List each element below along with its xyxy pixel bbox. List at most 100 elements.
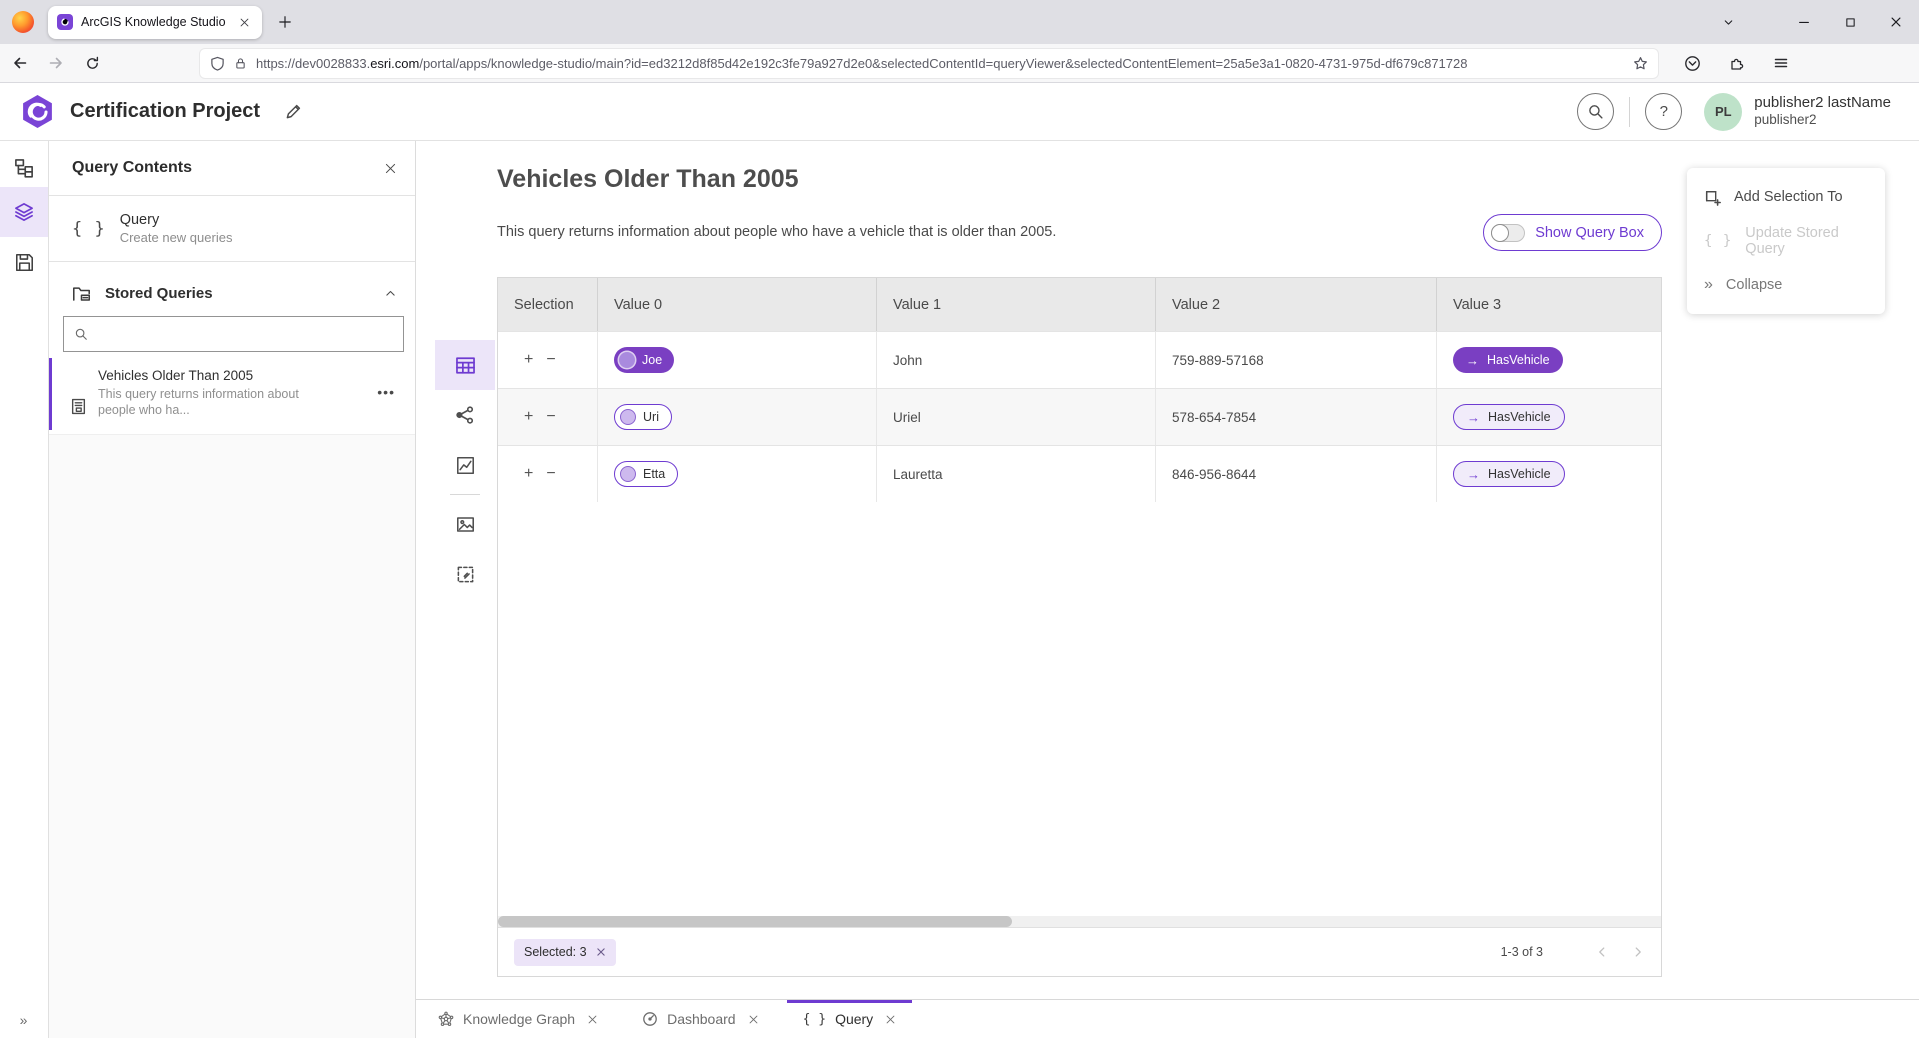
- tab-close-icon[interactable]: [748, 1014, 759, 1025]
- query-doc-icon: [70, 382, 87, 430]
- tab-dashboard[interactable]: Dashboard: [626, 1000, 775, 1038]
- pocket-icon[interactable]: [1684, 55, 1701, 72]
- horizontal-scrollbar[interactable]: [498, 916, 1661, 927]
- entity-dot-icon: [620, 409, 636, 425]
- scrollbar-thumb[interactable]: [498, 916, 1012, 927]
- maximize-button[interactable]: [1827, 0, 1873, 44]
- reload-icon[interactable]: [76, 48, 108, 78]
- query-item[interactable]: { } Query Create new queries: [49, 196, 415, 262]
- show-query-box-toggle[interactable]: Show Query Box: [1483, 214, 1662, 251]
- browser-tab[interactable]: ArcGIS Knowledge Studio: [48, 6, 262, 39]
- stored-query-item[interactable]: Vehicles Older Than 2005 This query retu…: [49, 358, 415, 430]
- minus-icon[interactable]: −: [546, 352, 555, 368]
- stored-queries-search-input[interactable]: [96, 327, 393, 342]
- stored-queries-header[interactable]: Stored Queries: [49, 274, 415, 312]
- entity-dot-icon: [620, 466, 636, 482]
- relationship-pill[interactable]: →HasVehicle: [1453, 404, 1565, 430]
- tab-list-chevron-icon[interactable]: [1722, 16, 1735, 29]
- menu-item-label: Update Stored Query: [1745, 225, 1868, 257]
- layers-icon[interactable]: [0, 187, 48, 237]
- minimize-button[interactable]: [1781, 0, 1827, 44]
- extensions-icon[interactable]: [1729, 55, 1745, 71]
- menu-item-collapse[interactable]: » Collapse: [1687, 263, 1885, 307]
- column-header[interactable]: Value 2: [1156, 278, 1437, 331]
- tracking-shield-icon[interactable]: [210, 56, 225, 71]
- user-login: publisher2: [1754, 112, 1891, 129]
- tab-close-icon[interactable]: [587, 1014, 598, 1025]
- browser-tab-bar: ArcGIS Knowledge Studio: [0, 0, 1919, 44]
- page-title: Vehicles Older Than 2005: [497, 165, 799, 194]
- plus-icon[interactable]: +: [524, 466, 533, 482]
- column-header[interactable]: Value 1: [877, 278, 1156, 331]
- search-icon: [74, 327, 88, 341]
- browser-menu-icon[interactable]: [1773, 55, 1789, 71]
- chevron-right-icon[interactable]: [1631, 945, 1645, 959]
- cell-value: Lauretta: [893, 467, 943, 482]
- entity-pill[interactable]: Uri: [614, 404, 672, 430]
- plus-icon[interactable]: +: [524, 409, 533, 425]
- lock-icon[interactable]: [234, 57, 247, 70]
- avatar[interactable]: PL: [1704, 93, 1742, 131]
- collapse-section-icon[interactable]: [384, 287, 397, 300]
- menu-item-label: Add Selection To: [1734, 189, 1843, 205]
- table-row[interactable]: + − Uri Uriel 578-654-7854 →HasVehicle: [498, 388, 1661, 445]
- select-icon[interactable]: [435, 549, 495, 599]
- chart-icon[interactable]: [435, 440, 495, 490]
- data-model-icon[interactable]: [0, 147, 48, 189]
- relationship-arrow-icon: →: [1467, 467, 1480, 482]
- cell-value: John: [893, 353, 922, 368]
- menu-item-update-stored-query[interactable]: { } Update Stored Query: [1687, 219, 1885, 263]
- edit-icon[interactable]: [284, 103, 302, 121]
- toggle-switch[interactable]: [1491, 224, 1525, 242]
- entity-pill[interactable]: Etta: [614, 461, 678, 487]
- minus-icon[interactable]: −: [546, 466, 555, 482]
- expand-rail-button[interactable]: »: [0, 1012, 48, 1028]
- clear-selection-icon[interactable]: [596, 947, 606, 957]
- table-row[interactable]: + − Etta Lauretta 846-956-8644 →HasVehic…: [498, 445, 1661, 502]
- new-tab-button[interactable]: [278, 15, 292, 29]
- tab-query[interactable]: { } Query: [787, 1000, 913, 1038]
- tab-label: Query: [835, 1011, 873, 1027]
- selected-chip-label: Selected: 3: [524, 945, 587, 959]
- firefox-logo[interactable]: [12, 11, 34, 33]
- forward-icon[interactable]: [40, 48, 72, 78]
- back-icon[interactable]: [4, 48, 36, 78]
- add-selection-icon: [1704, 189, 1721, 206]
- link-chart-icon[interactable]: [435, 390, 495, 440]
- relationship-pill[interactable]: →HasVehicle: [1453, 461, 1565, 487]
- tab-close-icon[interactable]: [236, 17, 253, 28]
- panel-close-icon[interactable]: [384, 162, 397, 175]
- bookmark-star-icon[interactable]: [1633, 56, 1648, 71]
- tab-close-icon[interactable]: [885, 1014, 896, 1025]
- column-header[interactable]: Value 3: [1437, 278, 1661, 331]
- table-view-icon[interactable]: [435, 340, 495, 390]
- search-button[interactable]: [1577, 93, 1614, 130]
- braces-icon: { }: [803, 1012, 826, 1027]
- braces-icon: { }: [72, 219, 106, 239]
- table-row[interactable]: + − Joe John 759-889-57168 →HasVehicle: [498, 331, 1661, 388]
- chevron-left-icon[interactable]: [1595, 945, 1609, 959]
- tab-label: Dashboard: [667, 1011, 736, 1027]
- save-icon[interactable]: [0, 241, 48, 283]
- minus-icon[interactable]: −: [546, 409, 555, 425]
- selected-chip[interactable]: Selected: 3: [514, 939, 616, 966]
- left-rail: »: [0, 141, 49, 1038]
- user-info[interactable]: publisher2 lastName publisher2: [1754, 94, 1891, 130]
- more-options-icon[interactable]: •••: [377, 384, 395, 400]
- window-close-button[interactable]: [1873, 0, 1919, 44]
- column-header[interactable]: Value 0: [598, 278, 877, 331]
- entity-pill[interactable]: Joe: [614, 347, 674, 373]
- url-bar[interactable]: https://dev0028833.esri.com/portal/apps/…: [200, 49, 1658, 78]
- app-logo: [19, 93, 56, 130]
- arcgis-favicon: [57, 14, 73, 30]
- stored-queries-search[interactable]: [63, 316, 404, 352]
- relationship-pill[interactable]: →HasVehicle: [1453, 347, 1563, 373]
- column-header[interactable]: Selection: [498, 278, 598, 331]
- help-button[interactable]: ?: [1645, 93, 1682, 130]
- query-item-title: Query: [120, 212, 233, 228]
- plus-icon[interactable]: +: [524, 352, 533, 368]
- tab-knowledge-graph[interactable]: Knowledge Graph: [422, 1000, 614, 1038]
- braces-icon: { }: [1704, 233, 1732, 249]
- image-icon[interactable]: [435, 499, 495, 549]
- menu-item-add-selection-to[interactable]: Add Selection To: [1687, 175, 1885, 219]
